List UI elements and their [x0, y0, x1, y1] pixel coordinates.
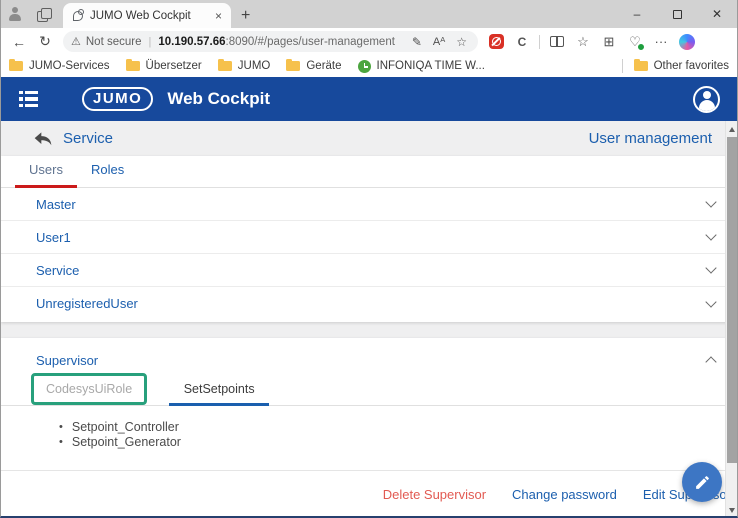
c-extension-icon[interactable]: C: [510, 31, 534, 53]
titlebar: JUMO Web Cockpit × + – ✕: [1, 0, 737, 28]
tab-close-icon[interactable]: ×: [212, 9, 225, 23]
maximize-button[interactable]: [657, 0, 697, 28]
user-row-master[interactable]: Master: [1, 188, 737, 221]
chevron-down-icon[interactable]: [705, 296, 716, 307]
chevron-up-icon[interactable]: [705, 356, 716, 367]
not-secure-warning-icon: ⚠: [71, 35, 81, 48]
back-button[interactable]: ←: [7, 31, 31, 53]
folder-icon: [286, 61, 300, 71]
settings-more-button[interactable]: ···: [649, 31, 673, 53]
minimize-button[interactable]: –: [617, 0, 657, 28]
workspaces-icon: [37, 8, 50, 21]
change-password-button[interactable]: Change password: [512, 487, 617, 502]
tab-users[interactable]: Users: [15, 162, 77, 187]
browser-toolbar: ← ↻ ⚠ Not secure | 10.190.57.66:8090/#/p…: [1, 28, 737, 55]
service-back-link[interactable]: Service: [63, 130, 113, 147]
scroll-down-arrow[interactable]: [726, 503, 738, 517]
split-screen-button[interactable]: [545, 31, 569, 53]
tab-favicon-icon: [71, 9, 84, 22]
supervisor-card: Supervisor CodesysUiRole SetSetpoints • …: [1, 338, 737, 518]
user-avatar[interactable]: [693, 86, 720, 113]
maximize-icon: [673, 10, 682, 19]
bookmark-geraete[interactable]: Geräte: [286, 60, 341, 72]
tab-roles[interactable]: Roles: [77, 162, 138, 187]
permission-list: • Setpoint_Controller • Setpoint_Generat…: [1, 406, 737, 450]
new-tab-button[interactable]: +: [231, 7, 260, 28]
triangle-down-icon: [729, 508, 735, 513]
tab-setsetpoints[interactable]: SetSetpoints: [169, 382, 269, 405]
supervisor-actions: Delete Supervisor Change password Edit S…: [1, 470, 737, 518]
users-card: Users Roles Master User1 Service Unregis…: [1, 156, 737, 322]
edit-fab-button[interactable]: [682, 462, 722, 502]
browser-profile-button[interactable]: [1, 0, 29, 28]
other-favorites-button[interactable]: Other favorites: [634, 60, 729, 72]
tab-codesysuirole[interactable]: CodesysUiRole: [31, 373, 147, 405]
vertical-scrollbar[interactable]: [725, 121, 737, 518]
workspaces-button[interactable]: [29, 0, 57, 28]
chevron-down-icon[interactable]: [705, 196, 716, 207]
user-row-user1[interactable]: User1: [1, 221, 737, 254]
url-path: :8090/#/pages/user-management: [226, 36, 395, 48]
read-aloud-icon[interactable]: AA: [430, 36, 448, 48]
list-item: • Setpoint_Generator: [59, 435, 737, 450]
bullet-icon: •: [59, 435, 63, 450]
page-title: User management: [589, 130, 712, 147]
bookmark-infoniqa[interactable]: INFONIQA TIME W...: [358, 60, 485, 73]
close-button[interactable]: ✕: [697, 0, 737, 28]
chevron-down-icon[interactable]: [705, 229, 716, 240]
list-item: • Setpoint_Controller: [59, 420, 737, 435]
browser-window: JUMO Web Cockpit × + – ✕ ← ↻ ⚠ Not secur…: [0, 0, 738, 518]
address-bar[interactable]: ⚠ Not secure | 10.190.57.66:8090/#/pages…: [63, 31, 478, 52]
add-favorite-star-icon[interactable]: ☆: [453, 35, 470, 49]
back-arrow-icon[interactable]: [33, 131, 53, 147]
folder-icon: [9, 61, 23, 71]
pen-icon[interactable]: ✎: [409, 35, 425, 49]
bookmark-jumo-services[interactable]: JUMO-Services: [9, 60, 110, 72]
copilot-button[interactable]: [675, 31, 699, 53]
bookmarks-bar: JUMO-Services Übersetzer JUMO Geräte INF…: [1, 55, 737, 77]
user-row-service[interactable]: Service: [1, 254, 737, 287]
subheader: Service User management: [1, 121, 737, 156]
scroll-up-arrow[interactable]: [726, 122, 738, 136]
page-content: Service User management Users Roles Mast…: [1, 121, 737, 518]
bullet-icon: •: [59, 420, 63, 435]
triangle-up-icon: [729, 127, 735, 132]
chevron-down-icon[interactable]: [705, 262, 716, 273]
main-tabs: Users Roles: [1, 156, 737, 188]
address-divider: |: [146, 36, 153, 48]
adblock-extension-icon[interactable]: [484, 31, 508, 53]
user-row-supervisor[interactable]: Supervisor: [1, 338, 737, 376]
toolbar-divider: [539, 35, 540, 49]
delete-supervisor-button[interactable]: Delete Supervisor: [383, 487, 486, 502]
folder-icon: [218, 61, 232, 71]
bookmarks-divider: [622, 59, 623, 73]
jumo-logo: JUMO: [82, 87, 153, 111]
security-label[interactable]: Not secure: [86, 36, 142, 48]
shield-icon: [489, 34, 504, 49]
collections-button[interactable]: ⊞: [597, 31, 621, 53]
url-text[interactable]: 10.190.57.66:8090/#/pages/user-managemen…: [158, 36, 403, 48]
folder-icon: [126, 61, 140, 71]
profile-icon: [8, 7, 22, 21]
folder-icon: [634, 61, 648, 71]
clock-icon: [358, 60, 371, 73]
scrollbar-thumb[interactable]: [727, 137, 737, 463]
tab-title: JUMO Web Cockpit: [90, 10, 206, 22]
browser-tab[interactable]: JUMO Web Cockpit ×: [63, 3, 231, 28]
browser-essentials-button[interactable]: ♡: [623, 31, 647, 53]
split-screen-icon: [550, 36, 564, 47]
copilot-icon: [679, 34, 695, 50]
app-header: JUMO Web Cockpit: [1, 77, 737, 121]
refresh-button[interactable]: ↻: [33, 31, 57, 53]
bookmark-jumo[interactable]: JUMO: [218, 60, 271, 72]
app-title: Web Cockpit: [167, 89, 270, 109]
window-controls: – ✕: [617, 0, 737, 28]
menu-list-icon[interactable]: [19, 91, 38, 108]
role-tabs: CodesysUiRole SetSetpoints: [1, 376, 737, 406]
favorites-hub-button[interactable]: ☆: [571, 31, 595, 53]
url-host: 10.190.57.66: [158, 36, 225, 48]
bookmark-uebersetzer[interactable]: Übersetzer: [126, 60, 202, 72]
pencil-icon: [694, 474, 711, 491]
user-row-unregistereduser[interactable]: UnregisteredUser: [1, 287, 737, 320]
